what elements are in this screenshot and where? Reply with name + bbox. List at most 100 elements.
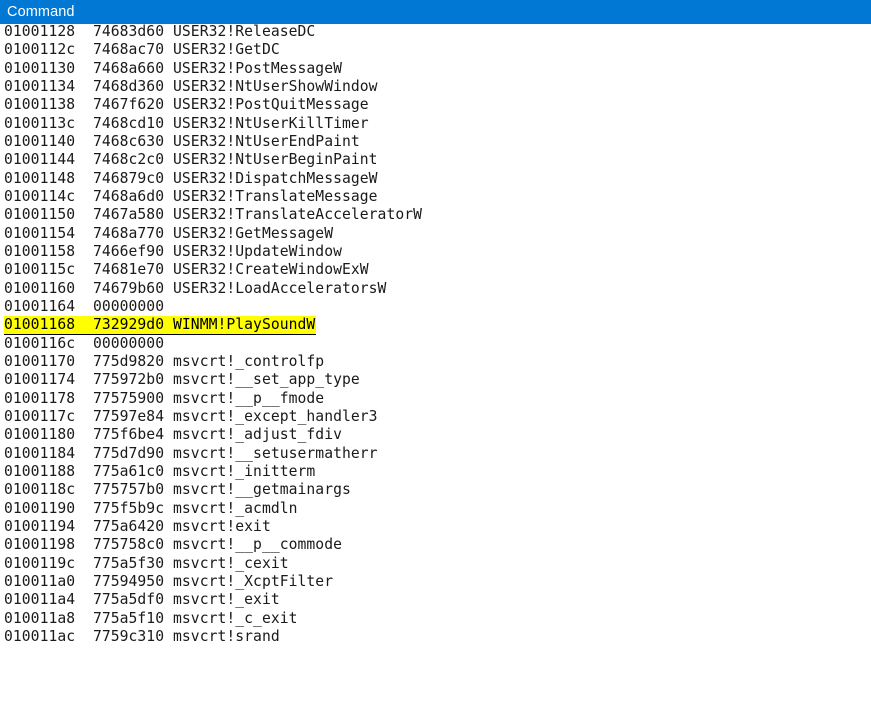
listing-symbol: USER32!LoadAcceleratorsW xyxy=(173,279,387,297)
listing-address: 01001180 xyxy=(4,426,76,444)
listing-value: 00000000 xyxy=(92,297,165,315)
listing-symbol: USER32!TranslateAcceleratorW xyxy=(173,206,423,224)
listing-address: 010011ac xyxy=(4,627,76,645)
listing-value: 7468a770 xyxy=(92,224,165,242)
listing-row[interactable]: 0100115c 74681e70 USER32!CreateWindowExW xyxy=(4,261,369,279)
listing-row[interactable]: 01001138 7467f620 USER32!PostQuitMessage xyxy=(4,96,369,114)
listing-symbol: USER32!UpdateWindow xyxy=(173,242,342,260)
listing-symbol: USER32!PostQuitMessage xyxy=(173,96,369,114)
listing-value: 7468c630 xyxy=(92,132,165,150)
listing-symbol: USER32!PostMessageW xyxy=(173,59,342,77)
listing-row[interactable]: 01001170 775d9820 msvcrt!_controlfp xyxy=(4,353,324,371)
listing-value: 77575900 xyxy=(92,389,165,407)
listing-value: 775a5df0 xyxy=(92,591,165,609)
listing-row[interactable]: 010011a0 77594950 msvcrt!_XcptFilter xyxy=(4,573,333,591)
listing-row[interactable]: 010011a8 775a5f10 msvcrt!_c_exit xyxy=(4,610,298,628)
listing-value: 7467a580 xyxy=(92,206,165,224)
listing-address: 01001150 xyxy=(4,206,76,224)
listing-symbol: msvcrt!__set_app_type xyxy=(173,371,360,389)
listing-value: 74679b60 xyxy=(92,279,165,297)
listing-symbol: USER32!GetDC xyxy=(173,41,280,59)
listing-symbol: msvcrt!_initterm xyxy=(173,462,316,480)
listing-symbol: msvcrt!_except_handler3 xyxy=(173,407,378,425)
listing-symbol: USER32!ReleaseDC xyxy=(173,23,316,40)
listing-row[interactable]: 01001198 775758c0 msvcrt!__p__commode xyxy=(4,536,342,554)
listing-row[interactable]: 01001178 77575900 msvcrt!__p__fmode xyxy=(4,390,324,408)
window-title: Command xyxy=(7,4,75,20)
listing-row[interactable]: 01001184 775d7d90 msvcrt!__setusermather… xyxy=(4,445,378,463)
listing-value: 77594950 xyxy=(92,572,165,590)
listing-row[interactable]: 0100116c 00000000 xyxy=(4,335,164,353)
listing-row[interactable]: 010011a4 775a5df0 msvcrt!_exit xyxy=(4,591,280,609)
disassembly-listing[interactable]: 01001128 74683d60 USER32!ReleaseDC 010011… xyxy=(0,0,871,712)
listing-value: 7468a660 xyxy=(92,59,165,77)
listing-value: 00000000 xyxy=(92,334,165,352)
listing-row[interactable]: 01001158 7466ef90 USER32!UpdateWindow xyxy=(4,243,342,261)
listing-row-selected[interactable]: 01001168 732929d0 WINMM!PlaySoundW xyxy=(4,316,317,336)
listing-row[interactable]: 01001180 775f6be4 msvcrt!_adjust_fdiv xyxy=(4,426,342,444)
listing-address: 01001174 xyxy=(4,371,76,389)
listing-value: 775972b0 xyxy=(92,371,165,389)
listing-value: 746879c0 xyxy=(92,169,165,187)
listing-value: 7468cd10 xyxy=(92,114,165,132)
listing-address: 01001164 xyxy=(4,297,76,315)
listing-value: 74683d60 xyxy=(92,23,165,40)
listing-address: 010011a8 xyxy=(4,609,76,627)
listing-row[interactable]: 01001140 7468c630 USER32!NtUserEndPaint xyxy=(4,133,360,151)
listing-symbol: msvcrt!_acmdln xyxy=(173,499,298,517)
listing-address: 01001184 xyxy=(4,444,76,462)
listing-value: 775d7d90 xyxy=(92,444,165,462)
listing-symbol: msvcrt!_cexit xyxy=(173,554,289,572)
listing-row[interactable]: 01001190 775f5b9c msvcrt!_acmdln xyxy=(4,500,298,518)
listing-row[interactable]: 010011ac 7759c310 msvcrt!srand xyxy=(4,628,280,646)
listing-address: 01001190 xyxy=(4,499,76,517)
listing-row[interactable]: 01001164 00000000 xyxy=(4,298,164,316)
listing-address: 01001128 xyxy=(4,23,76,40)
listing-value: 7468ac70 xyxy=(92,41,165,59)
listing-symbol: msvcrt!srand xyxy=(173,627,280,645)
listing-value: 775a5f30 xyxy=(92,554,165,572)
listing-address: 01001140 xyxy=(4,132,76,150)
listing-row[interactable]: 01001174 775972b0 msvcrt!__set_app_type xyxy=(4,371,360,389)
listing-address: 01001178 xyxy=(4,389,76,407)
listing-row[interactable]: 01001150 7467a580 USER32!TranslateAccele… xyxy=(4,206,422,224)
listing-value: 74681e70 xyxy=(92,261,165,279)
listing-row[interactable]: 0100114c 7468a6d0 USER32!TranslateMessag… xyxy=(4,188,378,206)
listing-value: 732929d0 xyxy=(92,316,165,334)
listing-value: 7468a6d0 xyxy=(92,187,165,205)
listing-address: 010011a0 xyxy=(4,572,76,590)
listing-address: 0100116c xyxy=(4,334,76,352)
listing-row[interactable]: 01001160 74679b60 USER32!LoadAccelerator… xyxy=(4,280,386,298)
listing-address: 01001138 xyxy=(4,96,76,114)
listing-symbol: msvcrt!_exit xyxy=(173,591,280,609)
listing-row[interactable]: 01001194 775a6420 msvcrt!exit xyxy=(4,518,271,536)
listing-row[interactable]: 0100113c 7468cd10 USER32!NtUserKillTimer xyxy=(4,115,369,133)
listing-symbol: msvcrt!_XcptFilter xyxy=(173,572,334,590)
listing-row[interactable]: 01001144 7468c2c0 USER32!NtUserBeginPain… xyxy=(4,151,378,169)
listing-address: 0100117c xyxy=(4,407,76,425)
listing-value: 775a6420 xyxy=(92,517,165,535)
listing-row[interactable]: 01001154 7468a770 USER32!GetMessageW xyxy=(4,225,333,243)
listing-value: 7468d360 xyxy=(92,77,165,95)
listing-value: 7466ef90 xyxy=(92,242,165,260)
listing-address: 01001160 xyxy=(4,279,76,297)
listing-row[interactable]: 0100119c 775a5f30 msvcrt!_cexit xyxy=(4,555,289,573)
listing-address: 0100118c xyxy=(4,481,76,499)
listing-row[interactable]: 0100117c 77597e84 msvcrt!_except_handler… xyxy=(4,408,378,426)
listing-row[interactable]: 0100112c 7468ac70 USER32!GetDC xyxy=(4,41,280,59)
listing-value: 775757b0 xyxy=(92,481,165,499)
command-window: 01001128 74683d60 USER32!ReleaseDC 010011… xyxy=(0,0,871,712)
listing-row[interactable]: 0100118c 775757b0 msvcrt!__getmainargs xyxy=(4,481,351,499)
listing-address: 0100114c xyxy=(4,187,76,205)
listing-symbol: USER32!GetMessageW xyxy=(173,224,334,242)
listing-address: 01001168 xyxy=(4,316,76,334)
listing-address: 01001134 xyxy=(4,77,76,95)
listing-row[interactable]: 01001188 775a61c0 msvcrt!_initterm xyxy=(4,463,315,481)
listing-row[interactable]: 01001148 746879c0 USER32!DispatchMessage… xyxy=(4,170,378,188)
listing-address: 01001194 xyxy=(4,517,76,535)
listing-value: 775a5f10 xyxy=(92,609,165,627)
listing-row[interactable]: 01001134 7468d360 USER32!NtUserShowWindo… xyxy=(4,78,378,96)
listing-address: 01001188 xyxy=(4,462,76,480)
listing-row[interactable]: 01001130 7468a660 USER32!PostMessageW xyxy=(4,60,342,78)
listing-row[interactable]: 01001128 74683d60 USER32!ReleaseDC xyxy=(4,23,315,41)
